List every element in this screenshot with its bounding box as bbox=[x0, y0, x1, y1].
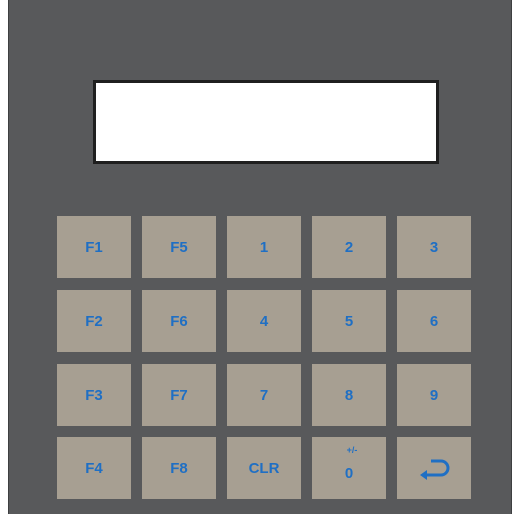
key-f6-label: F6 bbox=[170, 312, 188, 330]
key-5-label: 5 bbox=[344, 312, 354, 330]
key-f6[interactable]: F6 bbox=[142, 290, 216, 352]
key-f8[interactable]: F8 bbox=[142, 437, 216, 499]
keypad-panel: F1 F5 1 2 3 F2 F6 4 5 6 F3 F7 7 8 9 F4 F… bbox=[8, 0, 512, 514]
key-f5[interactable]: F5 bbox=[142, 216, 216, 278]
key-f7[interactable]: F7 bbox=[142, 364, 216, 426]
key-clr[interactable]: CLR bbox=[227, 437, 301, 499]
key-f1-label: F1 bbox=[85, 238, 103, 256]
key-3[interactable]: 3 bbox=[397, 216, 471, 278]
key-8-label: 8 bbox=[344, 386, 354, 404]
key-9-label: 9 bbox=[429, 386, 439, 404]
key-2[interactable]: 2 bbox=[312, 216, 386, 278]
key-8[interactable]: 8 bbox=[312, 364, 386, 426]
lcd-display bbox=[93, 80, 439, 164]
key-6-label: 6 bbox=[429, 312, 439, 330]
key-0[interactable]: +/- 0 bbox=[312, 437, 386, 499]
key-2-label: 2 bbox=[344, 238, 354, 256]
key-f2-label: F2 bbox=[85, 312, 103, 330]
key-0-label: 0 bbox=[344, 464, 354, 482]
key-f3-label: F3 bbox=[85, 386, 103, 404]
key-f8-label: F8 bbox=[170, 459, 188, 477]
key-4-label: 4 bbox=[259, 312, 269, 330]
key-f2[interactable]: F2 bbox=[57, 290, 131, 352]
key-9[interactable]: 9 bbox=[397, 364, 471, 426]
key-7[interactable]: 7 bbox=[227, 364, 301, 426]
key-f1[interactable]: F1 bbox=[57, 216, 131, 278]
key-4[interactable]: 4 bbox=[227, 290, 301, 352]
key-f4-label: F4 bbox=[85, 459, 103, 477]
key-f7-label: F7 bbox=[170, 386, 188, 404]
key-f3[interactable]: F3 bbox=[57, 364, 131, 426]
key-f4[interactable]: F4 bbox=[57, 437, 131, 499]
key-0-secondary-label: +/- bbox=[346, 445, 358, 455]
key-clr-label: CLR bbox=[248, 459, 280, 477]
key-3-label: 3 bbox=[429, 238, 439, 256]
key-1[interactable]: 1 bbox=[227, 216, 301, 278]
key-7-label: 7 bbox=[259, 386, 269, 404]
key-6[interactable]: 6 bbox=[397, 290, 471, 352]
key-f5-label: F5 bbox=[170, 238, 188, 256]
key-5[interactable]: 5 bbox=[312, 290, 386, 352]
enter-return-icon bbox=[417, 456, 451, 480]
key-1-label: 1 bbox=[259, 238, 269, 256]
key-enter[interactable] bbox=[397, 437, 471, 499]
